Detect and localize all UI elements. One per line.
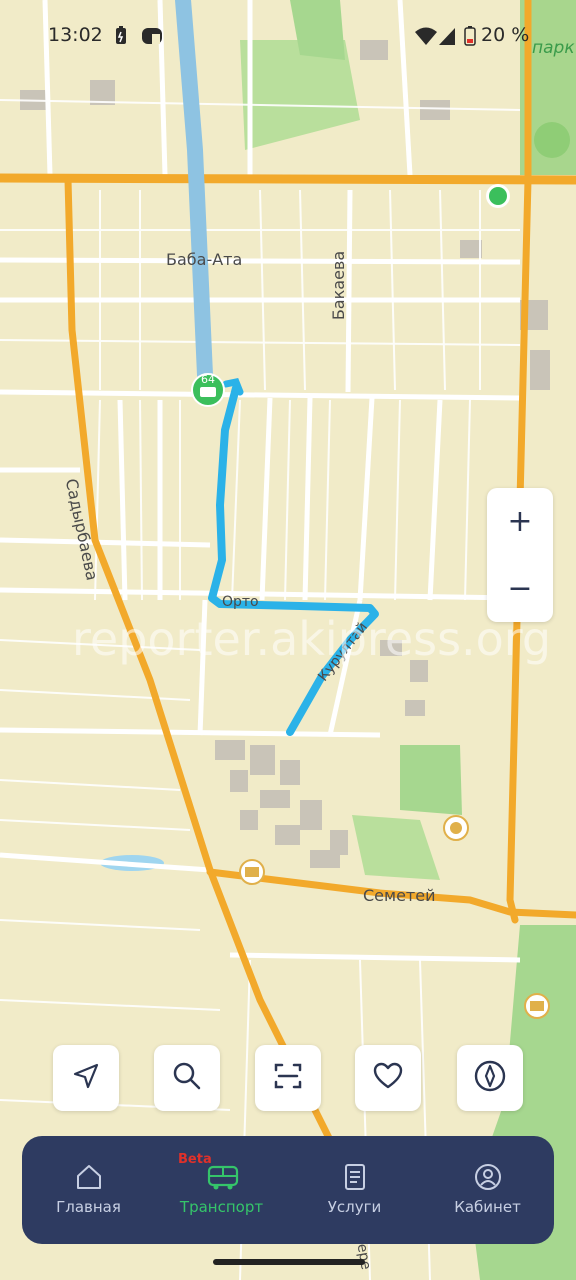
bus-stop-route-number: 64 (201, 373, 215, 386)
zoom-out-button[interactable]: − (487, 555, 553, 622)
my-location-button[interactable] (53, 1045, 119, 1111)
nav-item-transport[interactable]: Транспорт (155, 1136, 288, 1244)
app-notification-icon (140, 26, 164, 50)
shop-marker[interactable] (486, 184, 510, 208)
battery-percent: 20 % (481, 24, 530, 46)
search-icon (171, 1060, 203, 1096)
street-label-bakaeva: Бакаева (329, 250, 349, 321)
status-bar: 13:02 20 % (0, 20, 576, 52)
bus-icon (207, 1162, 238, 1192)
favorites-button[interactable] (355, 1045, 421, 1111)
nav-label-transport: Транспорт (179, 1198, 264, 1216)
home-icon (74, 1162, 104, 1192)
profile-icon (473, 1162, 503, 1192)
battery-charging-icon (114, 26, 128, 50)
nav-item-home[interactable]: Главная (22, 1136, 155, 1244)
heart-icon (372, 1060, 404, 1096)
document-icon (340, 1162, 370, 1192)
cinema-marker[interactable] (443, 815, 469, 841)
zoom-control: + − (487, 488, 553, 622)
nav-label-services: Услуги (327, 1198, 382, 1216)
status-time: 13:02 (48, 24, 103, 46)
park-area (400, 745, 462, 815)
watermark: reporter.akipress.org (72, 612, 552, 666)
compass-icon (473, 1059, 507, 1097)
bottom-navigation: Beta Главная Транспорт Услуги Кабинет (22, 1136, 554, 1244)
street-label-baba-ata: Баба-Ата (166, 250, 243, 269)
search-button[interactable] (154, 1045, 220, 1111)
scan-icon (272, 1060, 304, 1096)
location-arrow-icon (71, 1061, 101, 1095)
museum-marker[interactable] (239, 859, 265, 885)
nav-label-cabinet: Кабинет (454, 1198, 521, 1216)
battery-low-icon (464, 26, 476, 50)
zoom-in-button[interactable]: + (487, 488, 553, 555)
wifi-icon (414, 26, 438, 50)
signal-icon (438, 26, 456, 50)
scan-button[interactable] (255, 1045, 321, 1111)
museum-marker[interactable] (524, 993, 550, 1019)
park-marker[interactable] (534, 122, 570, 158)
nav-label-home: Главная (56, 1198, 121, 1216)
nav-item-cabinet[interactable]: Кабинет (421, 1136, 554, 1244)
home-indicator[interactable] (213, 1259, 365, 1265)
nav-item-services[interactable]: Услуги (288, 1136, 421, 1244)
street-label-semetei: Семетей (363, 886, 436, 905)
compass-button[interactable] (457, 1045, 523, 1111)
street-label-orto: Орто (222, 594, 259, 610)
